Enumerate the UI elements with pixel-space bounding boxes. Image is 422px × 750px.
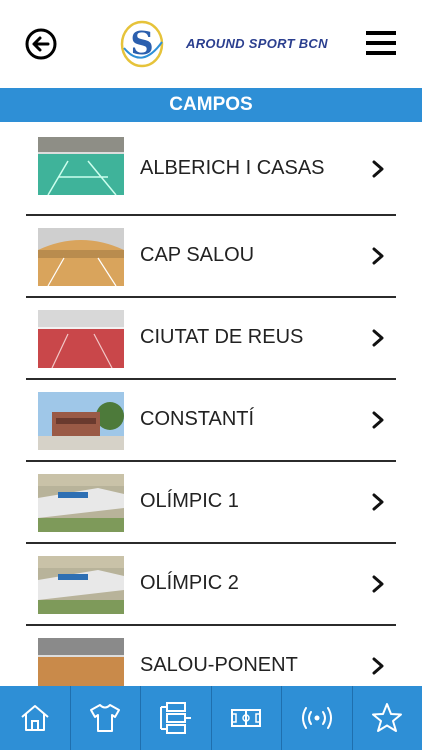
chevron-right-icon (372, 657, 384, 675)
venue-thumbnail (38, 638, 124, 686)
tab-teams[interactable] (71, 686, 141, 750)
field-icon (231, 709, 262, 727)
chevron-right-icon (372, 247, 384, 265)
list-item[interactable]: CIUTAT DE REUS (26, 298, 396, 380)
list-item[interactable]: CAP SALOU (26, 216, 396, 298)
menu-button[interactable] (364, 28, 398, 58)
live-broadcast-icon (301, 707, 332, 729)
hamburger-icon (366, 31, 396, 55)
venue-thumbnail (38, 228, 124, 286)
venue-name: CAP SALOU (140, 244, 255, 266)
tab-favorites[interactable] (353, 686, 422, 750)
list-item[interactable]: SALOU-PONENT (26, 626, 396, 686)
arrow-left-circle-icon (25, 28, 57, 60)
tab-brackets[interactable] (141, 686, 212, 750)
venue-name: ALBERICH I CASAS (140, 157, 325, 179)
bracket-icon (159, 702, 191, 734)
venue-name: SALOU-PONENT (140, 654, 298, 676)
chevron-right-icon (372, 329, 384, 347)
chevron-right-icon (372, 411, 384, 429)
list-item[interactable]: CONSTANTÍ (26, 380, 396, 462)
chevron-right-icon (372, 493, 384, 511)
list-item[interactable]: OLÍMPIC 1 (26, 462, 396, 544)
venue-thumbnail (38, 137, 124, 195)
venue-name: OLÍMPIC 1 (140, 490, 239, 512)
list-item[interactable]: OLÍMPIC 2 (26, 544, 396, 626)
venue-thumbnail (38, 310, 124, 368)
app-header: S AROUND SPORT BCN (0, 0, 422, 88)
tab-home[interactable] (0, 686, 71, 750)
chevron-right-icon (372, 575, 384, 593)
app-logo: S AROUND SPORT BCN (118, 18, 327, 70)
chevron-right-icon (372, 160, 384, 178)
venue-thumbnail (38, 392, 124, 450)
back-button[interactable] (24, 27, 58, 61)
bottom-tab-bar (0, 686, 422, 750)
logo-emblem: S (120, 20, 164, 68)
venue-name: CONSTANTÍ (140, 408, 255, 430)
venue-name: OLÍMPIC 2 (140, 572, 239, 594)
section-title: CAMPOS (0, 88, 422, 122)
home-icon (21, 705, 49, 731)
venue-thumbnail (38, 556, 124, 614)
star-icon (372, 703, 403, 732)
list-item[interactable]: ALBERICH I CASAS (26, 124, 396, 216)
tab-fields[interactable] (212, 686, 282, 750)
tab-live[interactable] (282, 686, 353, 750)
jersey-icon (90, 704, 121, 732)
logo-text: AROUND SPORT BCN (186, 36, 328, 51)
venue-thumbnail (38, 474, 124, 532)
venue-name: CIUTAT DE REUS (140, 326, 304, 348)
venue-list: ALBERICH I CASAS CAP SALOU CIUTAT DE REU… (0, 124, 422, 686)
logo-letter: S (130, 24, 153, 62)
